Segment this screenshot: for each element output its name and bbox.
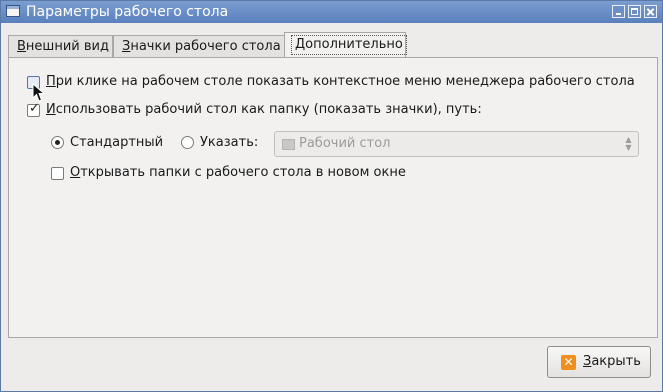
use-as-folder-checkbox[interactable]: ✓ xyxy=(27,101,40,117)
title-bar[interactable]: Параметры рабочего стола xyxy=(1,1,662,23)
preferences-window: Параметры рабочего стола Внешний вид Зна… xyxy=(0,0,663,392)
tab-appearance[interactable]: Внешний вид xyxy=(8,35,113,58)
tab-appearance-accel: В xyxy=(17,39,26,54)
close-button-label: Закрыть xyxy=(583,354,641,369)
close-window-icon[interactable] xyxy=(644,5,657,18)
path-custom-radio[interactable] xyxy=(181,136,194,149)
minimize-icon[interactable] xyxy=(612,5,625,18)
folder-icon xyxy=(282,139,295,150)
window-icon xyxy=(6,5,20,17)
tab-desktop-icons[interactable]: Значки рабочего стола xyxy=(113,35,285,58)
close-icon: ✕ xyxy=(561,355,576,370)
mouse-pointer-icon xyxy=(32,83,46,102)
path-folder-combobox[interactable]: Рабочий стол ▲ ▼ xyxy=(274,131,639,157)
tab-advanced[interactable]: Дополнительно xyxy=(284,32,407,58)
path-folder-value: Рабочий стол xyxy=(299,136,391,151)
window-title: Параметры рабочего стола xyxy=(26,4,229,20)
tab-appearance-label: нешний вид xyxy=(25,39,109,54)
path-custom-label: Указать: xyxy=(200,135,259,150)
path-standard-radio[interactable] xyxy=(51,136,64,149)
use-as-folder-label: Использовать рабочий стол как папку (пок… xyxy=(46,102,482,117)
maximize-icon[interactable] xyxy=(628,5,641,18)
check-icon: ✓ xyxy=(29,101,40,116)
context-menu-label: При клике на рабочем столе показать конт… xyxy=(46,74,635,89)
tab-panel-advanced xyxy=(8,57,658,338)
tab-advanced-accel: Д xyxy=(295,37,306,52)
open-new-window-checkbox[interactable] xyxy=(51,167,64,180)
path-standard-label: Стандартный xyxy=(70,135,164,150)
combo-arrows-icon: ▲ ▼ xyxy=(625,135,632,152)
open-new-window-label: Открывать папки с рабочего стола в новом… xyxy=(70,165,406,180)
tab-advanced-label: ополнительно xyxy=(305,37,403,52)
tab-desktop-icons-label: начки рабочего стола xyxy=(130,39,281,54)
close-button[interactable]: ✕ Закрыть xyxy=(547,346,651,378)
